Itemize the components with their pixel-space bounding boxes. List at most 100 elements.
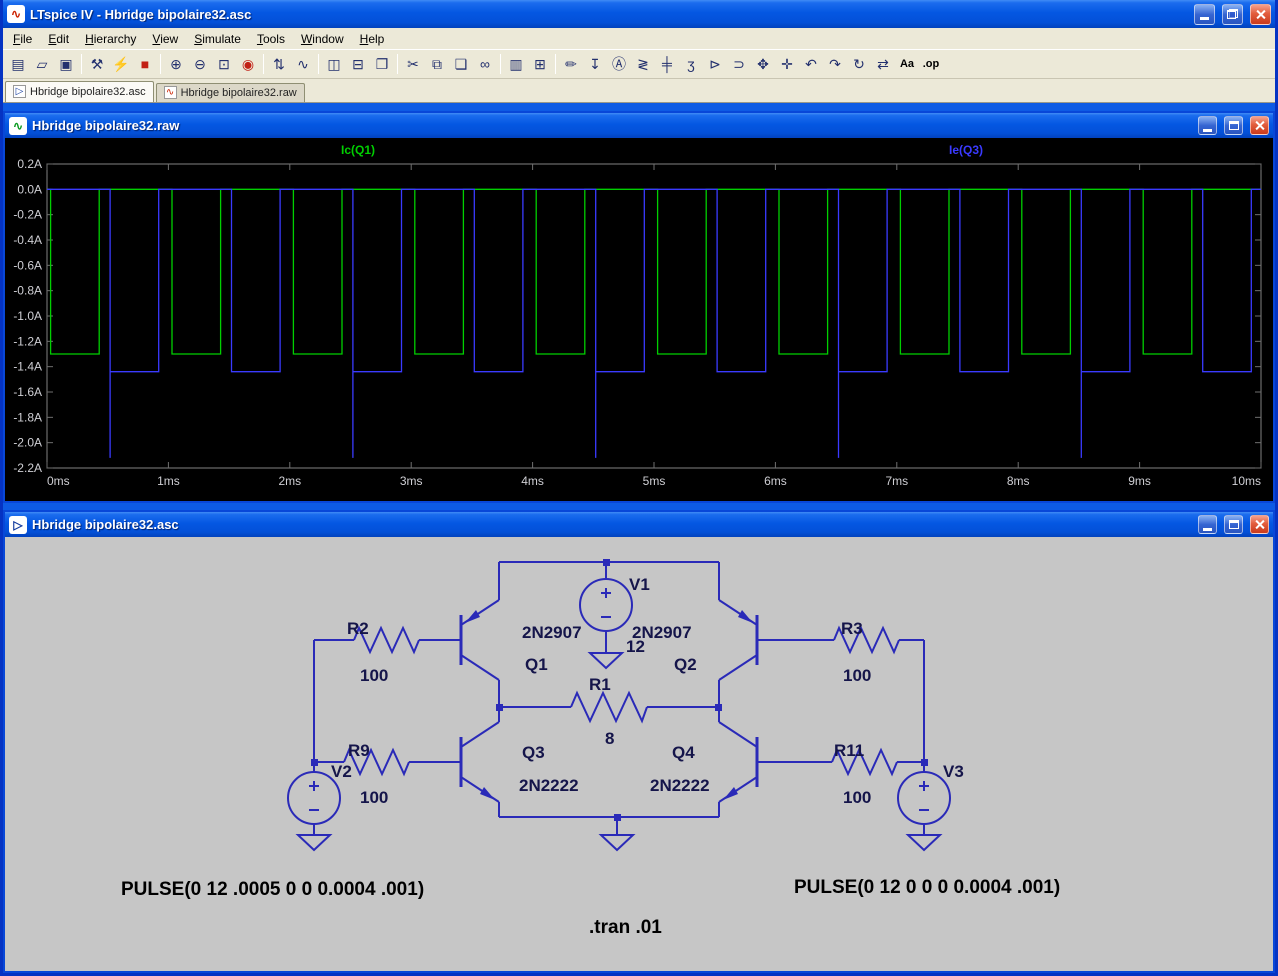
zoom-full-icon[interactable]: ◉ — [236, 53, 260, 75]
y-tick-label[interactable]: -0.4A — [13, 233, 42, 247]
ground-icon[interactable]: ↧ — [583, 53, 607, 75]
zoom-in-icon[interactable]: ⊕ — [164, 53, 188, 75]
new-schematic-icon[interactable]: ▤ — [6, 53, 30, 75]
label-q2-model[interactable]: 2N2907 — [632, 623, 692, 642]
waveform-plot-area[interactable]: Ic(Q1) Ie(Q3) 0.2A0.0A-0.2A-0.4A-0.6A-0.… — [5, 138, 1273, 501]
y-tick-label[interactable]: -1.0A — [13, 309, 42, 323]
label-v2-pulse[interactable]: PULSE(0 12 .0005 0 0 0.0004 .001) — [121, 879, 424, 900]
y-tick-label[interactable]: -2.2A — [13, 461, 42, 475]
label-q3-name[interactable]: Q3 — [522, 743, 545, 762]
spice-directive-icon[interactable]: .op — [919, 53, 943, 75]
label-q4-model[interactable]: 2N2222 — [650, 776, 710, 795]
copy-icon[interactable]: ⧉ — [425, 53, 449, 75]
zoom-out-icon[interactable]: ⊖ — [188, 53, 212, 75]
schematic-titlebar[interactable]: ▷ Hbridge bipolaire32.asc — [5, 512, 1273, 537]
y-tick-label[interactable]: -1.8A — [13, 410, 42, 424]
label-icon[interactable]: Ⓐ — [607, 53, 631, 75]
y-tick-label[interactable]: -1.2A — [13, 334, 42, 348]
label-q3-model[interactable]: 2N2222 — [519, 776, 579, 795]
label-q1-model[interactable]: 2N2907 — [522, 623, 582, 642]
x-tick-label[interactable]: 0ms — [47, 474, 70, 488]
x-tick-label[interactable]: 2ms — [278, 474, 301, 488]
transistor-q3[interactable] — [461, 707, 499, 817]
menu-window[interactable]: Window — [293, 30, 352, 48]
y-tick-label[interactable]: -1.4A — [13, 360, 42, 374]
zoom-area-icon[interactable]: ⊡ — [212, 53, 236, 75]
autorange-icon[interactable]: ⇅ — [267, 53, 291, 75]
minimize-button[interactable] — [1194, 4, 1215, 25]
y-tick-label[interactable]: 0.0A — [17, 182, 42, 196]
print-icon[interactable]: ⊞ — [528, 53, 552, 75]
label-r9-name[interactable]: R9 — [348, 741, 370, 760]
rotate-icon[interactable]: ↻ — [847, 53, 871, 75]
y-tick-label[interactable]: 0.2A — [17, 157, 42, 171]
menu-edit[interactable]: Edit — [40, 30, 77, 48]
label-r1-value[interactable]: 8 — [605, 729, 614, 748]
transistor-q2[interactable] — [719, 562, 799, 707]
component-r1[interactable] — [499, 693, 719, 721]
tab-hbridge-asc[interactable]: ▷ Hbridge bipolaire32.asc — [5, 81, 154, 102]
plot-settings-icon[interactable]: ∿ — [291, 53, 315, 75]
label-r3-name[interactable]: R3 — [841, 619, 863, 638]
x-tick-label[interactable]: 9ms — [1128, 474, 1151, 488]
transistor-q1[interactable] — [461, 562, 499, 707]
label-v2-name[interactable]: V2 — [331, 762, 352, 781]
waveform-minimize-button[interactable] — [1198, 116, 1217, 135]
wire-net[interactable] — [314, 562, 924, 835]
drag-icon[interactable]: ✛ — [775, 53, 799, 75]
component-icon[interactable]: ⊃ — [727, 53, 751, 75]
undo-icon[interactable]: ↶ — [799, 53, 823, 75]
cut-icon[interactable]: ✂ — [401, 53, 425, 75]
redo-icon[interactable]: ↷ — [823, 53, 847, 75]
label-v1-name[interactable]: V1 — [629, 575, 650, 594]
menu-file[interactable]: File — [5, 30, 40, 48]
schematic-canvas[interactable]: V1 12 2N2907 Q1 2N2907 Q2 R1 8 R2 100 R3… — [5, 537, 1273, 971]
y-tick-label[interactable]: -1.6A — [13, 385, 42, 399]
x-tick-label[interactable]: 8ms — [1007, 474, 1030, 488]
component-v1[interactable] — [580, 562, 632, 653]
text-icon[interactable]: Aa — [895, 53, 919, 75]
move-icon[interactable]: ✥ — [751, 53, 775, 75]
menu-simulate[interactable]: Simulate — [186, 30, 249, 48]
ground-center[interactable] — [601, 835, 633, 850]
menu-help[interactable]: Help — [352, 30, 393, 48]
tile-vertical-icon[interactable]: ◫ — [322, 53, 346, 75]
label-r11-name[interactable]: R11 — [834, 741, 864, 760]
menu-hierarchy[interactable]: Hierarchy — [77, 30, 144, 48]
ground-v1[interactable] — [590, 653, 622, 668]
label-r2-value[interactable]: 100 — [360, 666, 388, 685]
label-r1-name[interactable]: R1 — [589, 675, 611, 694]
x-tick-label[interactable]: 3ms — [400, 474, 423, 488]
save-icon[interactable]: ▣ — [54, 53, 78, 75]
label-q1-name[interactable]: Q1 — [525, 655, 548, 674]
menu-tools[interactable]: Tools — [249, 30, 293, 48]
label-r9-value[interactable]: 100 — [360, 788, 388, 807]
capacitor-icon[interactable]: ╪ — [655, 53, 679, 75]
label-tran-directive[interactable]: .tran .01 — [589, 917, 662, 938]
find-icon[interactable]: ∞ — [473, 53, 497, 75]
resistor-icon[interactable]: ≷ — [631, 53, 655, 75]
transistor-q4[interactable] — [719, 707, 799, 817]
trace-legend-ieq3[interactable]: Ie(Q3) — [949, 143, 983, 157]
mirror-icon[interactable]: ⇄ — [871, 53, 895, 75]
tab-hbridge-raw[interactable]: ∿ Hbridge bipolaire32.raw — [156, 83, 305, 102]
ground-v3[interactable] — [908, 835, 940, 850]
schematic-close-button[interactable] — [1250, 515, 1269, 534]
x-tick-label[interactable]: 5ms — [643, 474, 666, 488]
halt-icon[interactable]: ■ — [133, 53, 157, 75]
label-v3-pulse[interactable]: PULSE(0 12 0 0 0 0.0004 .001) — [794, 877, 1060, 898]
schematic-drawing[interactable]: V1 12 2N2907 Q1 2N2907 Q2 R1 8 R2 100 R3… — [5, 537, 1273, 968]
label-r3-value[interactable]: 100 — [843, 666, 871, 685]
inductor-icon[interactable]: ʒ — [679, 53, 703, 75]
cascade-icon[interactable]: ❐ — [370, 53, 394, 75]
print-setup-icon[interactable]: ▥ — [504, 53, 528, 75]
x-tick-label[interactable]: 7ms — [885, 474, 908, 488]
paste-icon[interactable]: ❏ — [449, 53, 473, 75]
tile-horizontal-icon[interactable]: ⊟ — [346, 53, 370, 75]
trace-legend-icq1[interactable]: Ic(Q1) — [341, 143, 375, 157]
x-tick-label[interactable]: 10ms — [1232, 474, 1261, 488]
x-tick-label[interactable]: 1ms — [157, 474, 180, 488]
waveform-close-button[interactable] — [1250, 116, 1269, 135]
waveform-maximize-button[interactable] — [1224, 116, 1243, 135]
schematic-maximize-button[interactable] — [1224, 515, 1243, 534]
